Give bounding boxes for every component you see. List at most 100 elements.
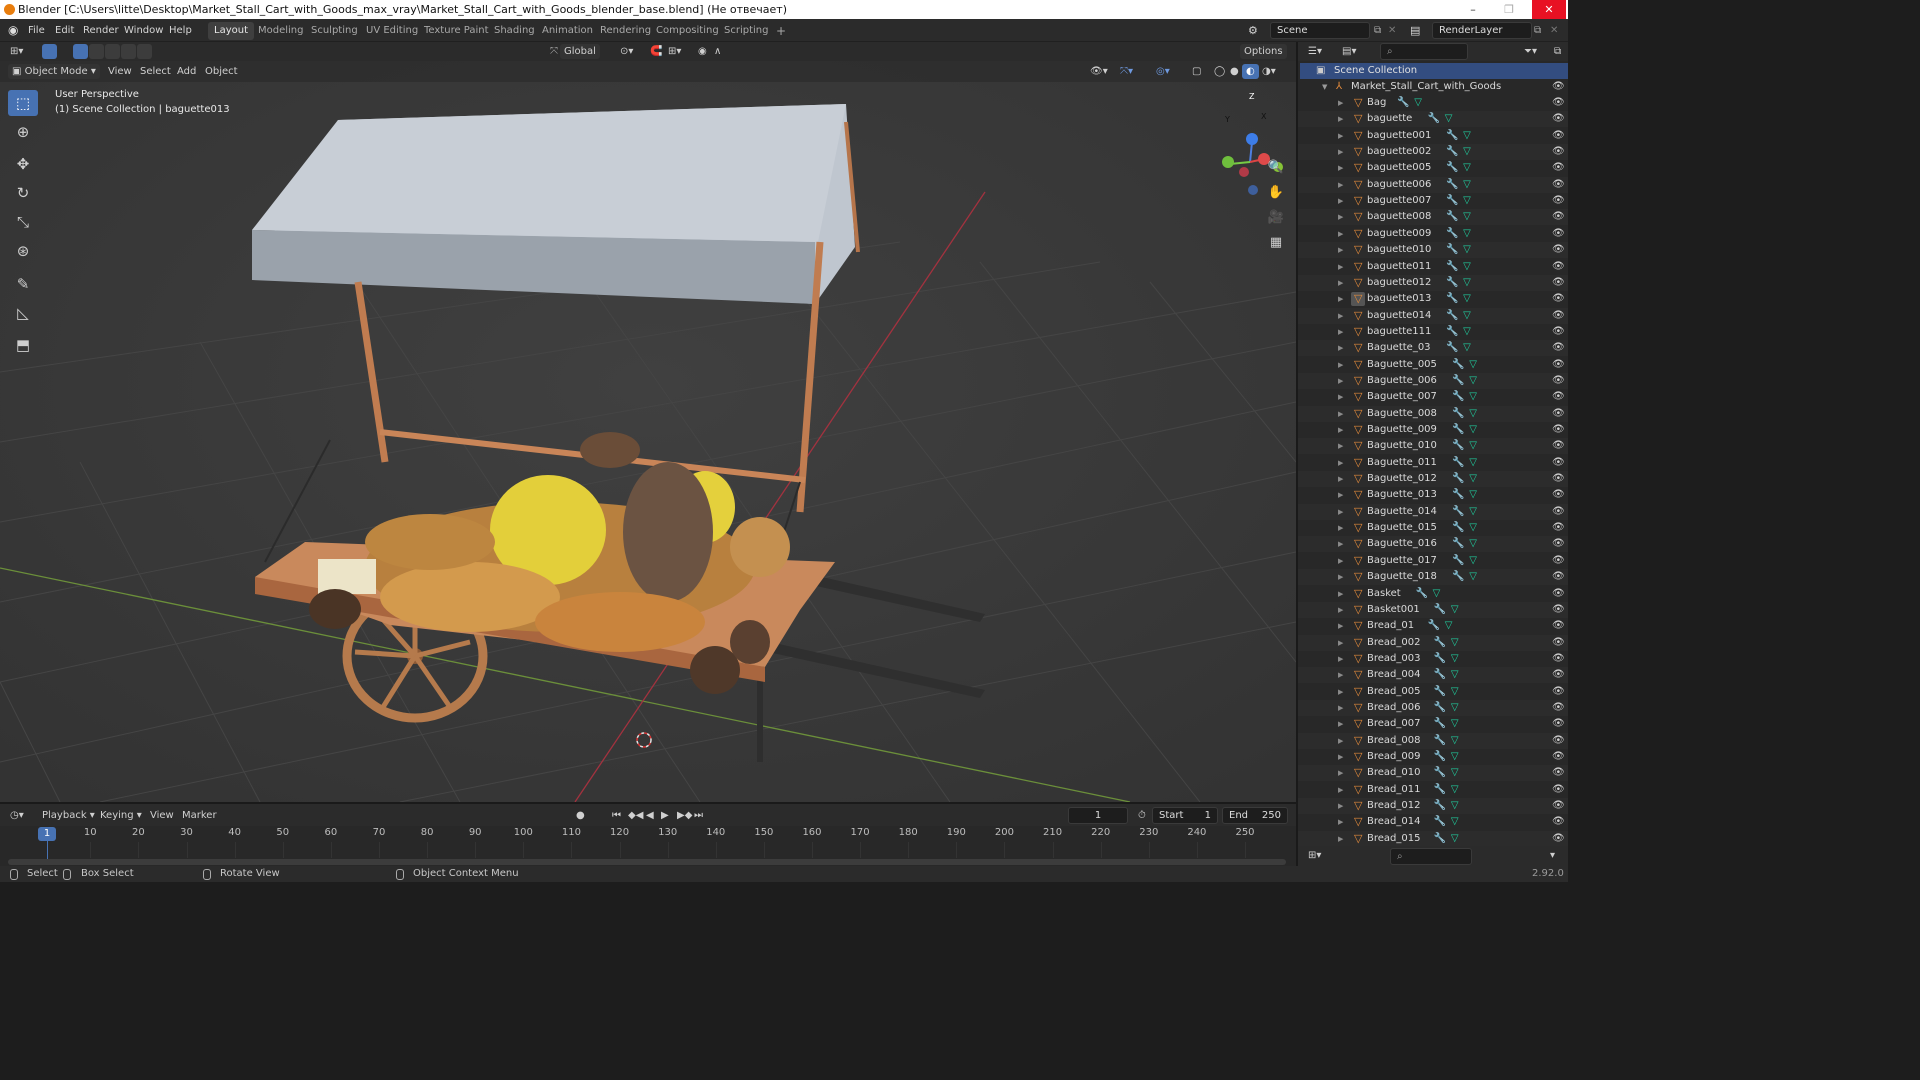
jump-end-icon[interactable]: ⏭: [690, 808, 707, 823]
tab-texture-paint[interactable]: Texture Paint: [418, 22, 495, 40]
outliner-row-baguette_005[interactable]: ▶ ▽ Baguette_005 🔧 ▽ 👁: [1298, 357, 1568, 373]
expand-triangle-icon[interactable]: ▶: [1338, 406, 1343, 422]
modifier-wrench-icon[interactable]: 🔧: [1428, 111, 1440, 127]
visibility-eye-icon[interactable]: 👁: [1552, 487, 1565, 503]
modifier-wrench-icon[interactable]: 🔧: [1452, 389, 1464, 405]
tab-uv-editing[interactable]: UV Editing: [360, 22, 424, 40]
outliner-row-bread_008[interactable]: ▶ ▽ Bread_008 🔧 ▽ 👁: [1298, 732, 1568, 749]
modifier-wrench-icon[interactable]: 🔧: [1434, 651, 1446, 667]
minimize-button[interactable]: –: [1456, 0, 1490, 19]
mesh-data-icon[interactable]: ▽: [1451, 749, 1459, 765]
visibility-eye-icon[interactable]: 👁: [1552, 536, 1565, 552]
play-icon[interactable]: ▶: [657, 808, 673, 823]
visibility-eye-icon[interactable]: 👁: [1552, 275, 1565, 291]
mesh-data-icon[interactable]: ▽: [1451, 798, 1459, 814]
gizmo-toggle-icon[interactable]: ⤧▾: [1116, 64, 1137, 79]
pan-hand-icon[interactable]: ✋: [1264, 181, 1288, 205]
expand-triangle-icon[interactable]: ▶: [1338, 389, 1343, 405]
outliner-row-baguette010[interactable]: ▶ ▽ baguette010 🔧 ▽ 👁: [1298, 242, 1568, 259]
visibility-eye-icon[interactable]: 👁: [1552, 814, 1565, 830]
visibility-eye-icon[interactable]: 👁: [1552, 389, 1565, 405]
outliner-row-baguette_018[interactable]: ▶ ▽ Baguette_018 🔧 ▽ 👁: [1298, 569, 1568, 586]
mesh-data-icon[interactable]: ▽: [1463, 242, 1471, 258]
mesh-data-icon[interactable]: ▽: [1463, 209, 1471, 225]
menu-window[interactable]: Window: [124, 23, 163, 38]
outliner-row-baguette009[interactable]: ▶ ▽ baguette009 🔧 ▽ 👁: [1298, 226, 1568, 242]
outliner-row-bread_015[interactable]: ▶ ▽ Bread_015 🔧 ▽ 👁: [1298, 830, 1568, 846]
current-frame-marker[interactable]: 1: [38, 827, 56, 841]
outliner-row-bread_014[interactable]: ▶ ▽ Bread_014 🔧 ▽ 👁: [1298, 814, 1568, 830]
visibility-eye-icon[interactable]: 👁: [1552, 79, 1565, 95]
mesh-data-icon[interactable]: ▽: [1451, 716, 1459, 732]
modifier-wrench-icon[interactable]: 🔧: [1434, 684, 1446, 700]
timeline-editor-icon[interactable]: ◷▾: [6, 808, 28, 823]
outliner-row-bread_009[interactable]: ▶ ▽ Bread_009 🔧 ▽ 👁: [1298, 749, 1568, 765]
mesh-data-icon[interactable]: ▽: [1469, 455, 1477, 471]
expand-triangle-icon[interactable]: ▶: [1338, 95, 1343, 111]
mesh-data-icon[interactable]: ▽: [1451, 684, 1459, 700]
scale-tool[interactable]: ⤡: [8, 209, 38, 235]
visibility-eye-icon[interactable]: 👁: [1552, 700, 1565, 716]
jump-start-icon[interactable]: ⏮: [608, 808, 625, 823]
mesh-data-icon[interactable]: ▽: [1433, 586, 1441, 602]
expand-triangle-icon[interactable]: ▶: [1338, 275, 1343, 291]
modifier-wrench-icon[interactable]: 🔧: [1446, 242, 1458, 258]
visibility-eye-icon[interactable]: 👁: [1552, 291, 1565, 307]
modifier-wrench-icon[interactable]: 🔧: [1446, 144, 1458, 160]
modifier-wrench-icon[interactable]: 🔧: [1452, 553, 1464, 569]
filter-icon[interactable]: ⏷▾: [1520, 44, 1541, 59]
tab-modeling[interactable]: Modeling: [252, 22, 310, 40]
mesh-data-icon[interactable]: ▽: [1469, 406, 1477, 422]
expand-triangle-icon[interactable]: ▶: [1338, 357, 1343, 373]
expand-triangle-icon[interactable]: ▶: [1338, 128, 1343, 144]
expand-triangle-icon[interactable]: ▶: [1338, 520, 1343, 536]
tab-sculpting[interactable]: Sculpting: [305, 22, 364, 40]
modifier-wrench-icon[interactable]: 🔧: [1434, 798, 1446, 814]
mesh-data-icon[interactable]: ▽: [1451, 782, 1459, 798]
outliner-row-bread_011[interactable]: ▶ ▽ Bread_011 🔧 ▽ 👁: [1298, 782, 1568, 798]
pivot-icon[interactable]: ⊙▾: [616, 44, 637, 59]
mesh-data-icon[interactable]: ▽: [1469, 357, 1477, 373]
visibility-eye-icon[interactable]: 👁: [1552, 373, 1565, 389]
record-icon[interactable]: ●: [572, 808, 589, 823]
mesh-data-icon[interactable]: ▽: [1469, 422, 1477, 438]
visibility-eye-icon[interactable]: 👁: [1552, 782, 1565, 798]
expand-triangle-icon[interactable]: ▶: [1338, 242, 1343, 258]
rotate-tool[interactable]: ↻: [8, 180, 38, 206]
select-invert-icon[interactable]: [121, 44, 136, 59]
expand-triangle-icon[interactable]: ▶: [1338, 340, 1343, 356]
expand-triangle-icon[interactable]: ▶: [1338, 259, 1343, 275]
scene-icon[interactable]: ⚙: [1248, 23, 1258, 38]
ortho-grid-icon[interactable]: ▦: [1264, 231, 1288, 255]
mesh-data-icon[interactable]: ▽: [1469, 536, 1477, 552]
visibility-eye-icon[interactable]: 👁: [1552, 357, 1565, 373]
mesh-data-icon[interactable]: ▽: [1469, 520, 1477, 536]
expand-triangle-icon[interactable]: ▶: [1338, 602, 1343, 618]
modifier-wrench-icon[interactable]: 🔧: [1446, 275, 1458, 291]
menu-object[interactable]: Object: [201, 64, 242, 79]
expand-triangle-icon[interactable]: ▶: [1338, 618, 1343, 634]
mesh-data-icon[interactable]: ▽: [1463, 275, 1471, 291]
close-button[interactable]: ✕: [1532, 0, 1566, 19]
shading-material-icon[interactable]: ◐: [1242, 64, 1259, 79]
modifier-wrench-icon[interactable]: 🔧: [1434, 716, 1446, 732]
menu-render[interactable]: Render: [83, 23, 119, 38]
visibility-eye-icon[interactable]: 👁: [1552, 259, 1565, 275]
properties-editor-icon[interactable]: ⊞▾: [1304, 848, 1325, 863]
expand-triangle-icon[interactable]: ▶: [1338, 635, 1343, 651]
snap-target-icon[interactable]: ⊞▾: [664, 44, 685, 59]
mesh-data-icon[interactable]: ▽: [1469, 553, 1477, 569]
tab-shading[interactable]: Shading: [488, 22, 541, 40]
mesh-data-icon[interactable]: ▽: [1463, 177, 1471, 193]
visibility-eye-icon[interactable]: 👁: [1552, 635, 1565, 651]
outliner-row-baguette_010[interactable]: ▶ ▽ Baguette_010 🔧 ▽ 👁: [1298, 438, 1568, 455]
expand-triangle-icon[interactable]: ▶: [1338, 487, 1343, 503]
mesh-data-icon[interactable]: ▽: [1445, 111, 1453, 127]
expand-triangle-icon[interactable]: ▶: [1338, 291, 1343, 307]
modifier-wrench-icon[interactable]: 🔧: [1446, 160, 1458, 176]
mesh-data-icon[interactable]: ▽: [1469, 438, 1477, 454]
outliner-row-baguette_008[interactable]: ▶ ▽ Baguette_008 🔧 ▽ 👁: [1298, 405, 1568, 422]
outliner-row-bread_007[interactable]: ▶ ▽ Bread_007 🔧 ▽ 👁: [1298, 716, 1568, 732]
outliner-row-baguette002[interactable]: ▶ ▽ baguette002 🔧 ▽ 👁: [1298, 144, 1568, 161]
tab-layout[interactable]: Layout: [208, 22, 254, 40]
